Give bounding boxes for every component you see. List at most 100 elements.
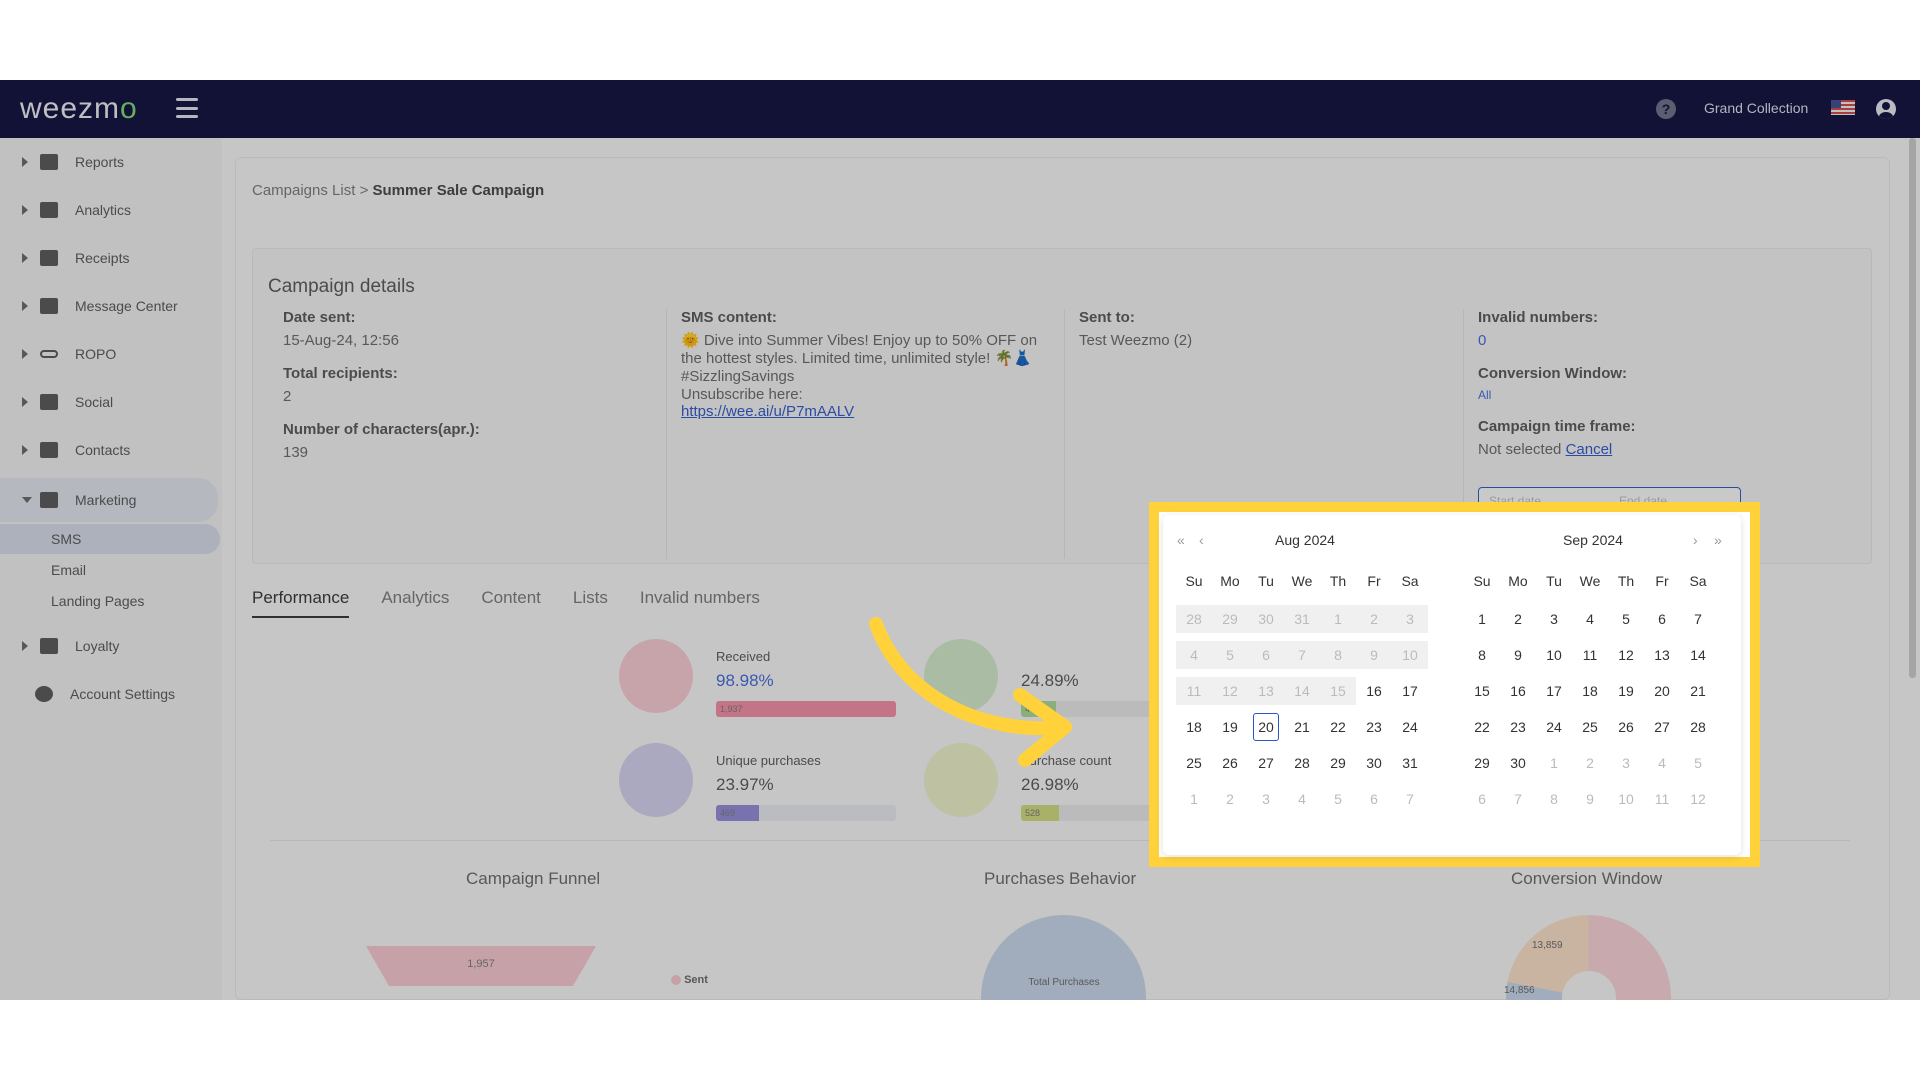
- day-label: 6: [1478, 791, 1486, 807]
- day-label: 2: [1370, 611, 1378, 627]
- day-label: 31: [1294, 611, 1310, 627]
- day-label: 5: [1226, 647, 1234, 663]
- day-cell[interactable]: 28: [1284, 749, 1320, 777]
- day-label: 24: [1402, 719, 1418, 735]
- day-cell[interactable]: 26: [1608, 713, 1644, 741]
- next-year-icon[interactable]: »: [1714, 532, 1722, 548]
- day-cell[interactable]: 25: [1176, 749, 1212, 777]
- prev-month-icon[interactable]: ‹: [1199, 532, 1204, 548]
- day-cell[interactable]: 31: [1392, 749, 1428, 777]
- day-cell[interactable]: 27: [1644, 713, 1680, 741]
- day-cell[interactable]: 10: [1536, 641, 1572, 669]
- day-label: 3: [1406, 611, 1414, 627]
- day-label: 5: [1622, 611, 1630, 627]
- day-cell[interactable]: 5: [1608, 605, 1644, 633]
- day-cell[interactable]: 6: [1644, 605, 1680, 633]
- day-cell[interactable]: 16: [1356, 677, 1392, 705]
- day-cell: 10: [1392, 641, 1428, 669]
- day-label: 29: [1474, 755, 1490, 771]
- day-cell[interactable]: 1: [1176, 785, 1212, 813]
- day-label: 16: [1366, 683, 1382, 699]
- day-cell[interactable]: 9: [1500, 641, 1536, 669]
- day-cell[interactable]: 29: [1320, 749, 1356, 777]
- day-cell[interactable]: 23: [1356, 713, 1392, 741]
- day-label: 3: [1262, 791, 1270, 807]
- day-cell[interactable]: 6: [1356, 785, 1392, 813]
- day-label: 10: [1618, 791, 1634, 807]
- day-cell[interactable]: 20: [1644, 677, 1680, 705]
- day-cell[interactable]: 18: [1572, 677, 1608, 705]
- day-label: 14: [1690, 647, 1706, 663]
- left-month-title[interactable]: Aug 2024: [1275, 532, 1335, 548]
- day-cell[interactable]: 24: [1392, 713, 1428, 741]
- day-cell[interactable]: 30: [1356, 749, 1392, 777]
- day-label: 1: [1190, 791, 1198, 807]
- day-cell[interactable]: 3: [1608, 749, 1644, 777]
- day-cell[interactable]: 30: [1500, 749, 1536, 777]
- day-cell: 29: [1212, 605, 1248, 633]
- day-cell[interactable]: 5: [1680, 749, 1716, 777]
- day-cell[interactable]: 19: [1212, 713, 1248, 741]
- day-label: 10: [1402, 647, 1418, 663]
- day-label: 15: [1330, 683, 1346, 699]
- prev-year-icon[interactable]: «: [1177, 532, 1185, 548]
- next-month-icon[interactable]: ›: [1693, 532, 1698, 548]
- day-cell[interactable]: 28: [1680, 713, 1716, 741]
- day-cell[interactable]: 3: [1248, 785, 1284, 813]
- weekday-we: We: [1291, 573, 1313, 589]
- day-cell[interactable]: 21: [1284, 713, 1320, 741]
- weekday-tu: Tu: [1258, 573, 1274, 589]
- day-cell[interactable]: 14: [1680, 641, 1716, 669]
- day-cell[interactable]: 21: [1680, 677, 1716, 705]
- day-cell: 31: [1284, 605, 1320, 633]
- day-cell: 7: [1284, 641, 1320, 669]
- day-cell[interactable]: 12: [1680, 785, 1716, 813]
- day-cell[interactable]: 11: [1644, 785, 1680, 813]
- day-cell[interactable]: 1: [1464, 605, 1500, 633]
- day-cell[interactable]: 4: [1284, 785, 1320, 813]
- day-cell[interactable]: 2: [1572, 749, 1608, 777]
- day-cell[interactable]: 7: [1392, 785, 1428, 813]
- day-cell[interactable]: 10: [1608, 785, 1644, 813]
- day-cell[interactable]: 17: [1392, 677, 1428, 705]
- day-cell[interactable]: 18: [1176, 713, 1212, 741]
- right-month-title[interactable]: Sep 2024: [1563, 532, 1623, 548]
- day-cell[interactable]: 29: [1464, 749, 1500, 777]
- day-cell: 14: [1284, 677, 1320, 705]
- day-cell[interactable]: 6: [1464, 785, 1500, 813]
- day-cell[interactable]: 17: [1536, 677, 1572, 705]
- day-cell[interactable]: 22: [1464, 713, 1500, 741]
- day-label: 27: [1654, 719, 1670, 735]
- day-cell[interactable]: 5: [1320, 785, 1356, 813]
- day-cell[interactable]: 7: [1500, 785, 1536, 813]
- day-cell[interactable]: 25: [1572, 713, 1608, 741]
- day-cell[interactable]: 24: [1536, 713, 1572, 741]
- day-cell[interactable]: 26: [1212, 749, 1248, 777]
- day-cell[interactable]: 4: [1644, 749, 1680, 777]
- day-cell[interactable]: 13: [1644, 641, 1680, 669]
- day-label: 18: [1186, 719, 1202, 735]
- day-cell[interactable]: 22: [1320, 713, 1356, 741]
- day-cell[interactable]: 7: [1680, 605, 1716, 633]
- day-cell[interactable]: 8: [1464, 641, 1500, 669]
- day-cell[interactable]: 12: [1608, 641, 1644, 669]
- day-label: 6: [1262, 647, 1270, 663]
- day-cell[interactable]: 16: [1500, 677, 1536, 705]
- day-cell[interactable]: 1: [1536, 749, 1572, 777]
- day-cell[interactable]: 4: [1572, 605, 1608, 633]
- day-cell[interactable]: 27: [1248, 749, 1284, 777]
- day-label: 21: [1294, 719, 1310, 735]
- day-cell[interactable]: 2: [1212, 785, 1248, 813]
- day-label: 23: [1366, 719, 1382, 735]
- day-cell[interactable]: 11: [1572, 641, 1608, 669]
- day-cell[interactable]: 2: [1500, 605, 1536, 633]
- day-cell[interactable]: 8: [1536, 785, 1572, 813]
- day-label: 2: [1514, 611, 1522, 627]
- day-label: 28: [1186, 611, 1202, 627]
- day-cell[interactable]: 15: [1464, 677, 1500, 705]
- day-cell[interactable]: 20: [1248, 713, 1284, 741]
- day-cell[interactable]: 19: [1608, 677, 1644, 705]
- day-cell[interactable]: 9: [1572, 785, 1608, 813]
- day-cell[interactable]: 3: [1536, 605, 1572, 633]
- day-cell[interactable]: 23: [1500, 713, 1536, 741]
